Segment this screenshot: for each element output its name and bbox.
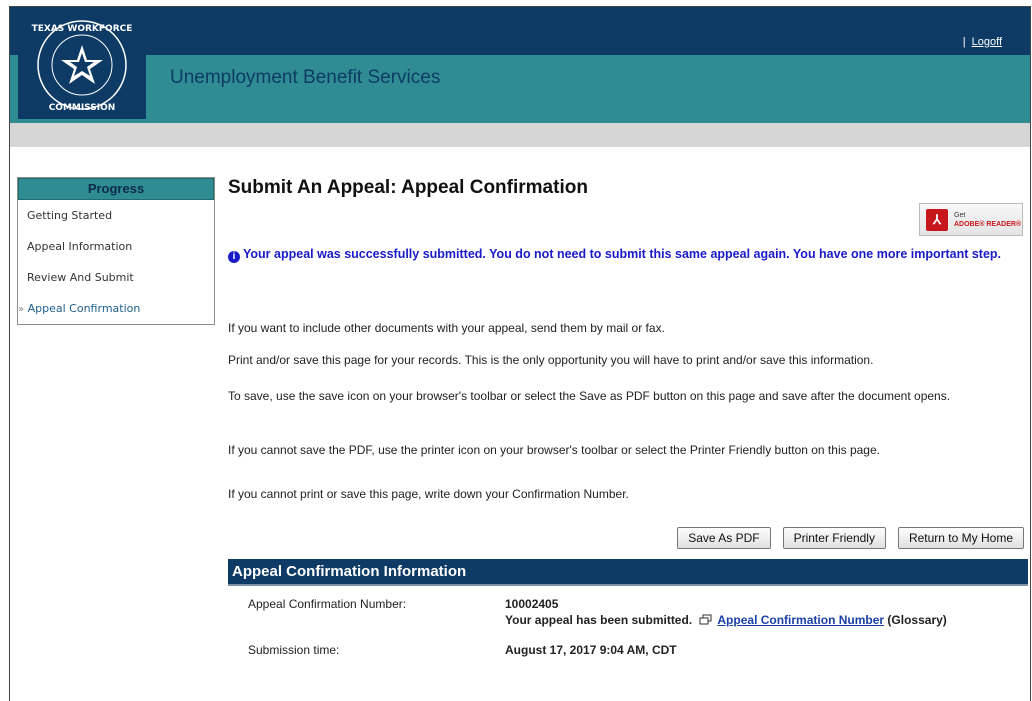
return-home-button[interactable]: Return to My Home	[897, 527, 1024, 549]
sidebar-item-label: Appeal Information	[27, 240, 133, 253]
sidebar-item-label: Appeal Confirmation	[27, 302, 141, 315]
header-banner: TEXAS WORKFORCE COMMISSION Unemployment …	[10, 7, 1030, 123]
submitted-text: Your appeal has been submitted.	[505, 613, 693, 627]
info-icon: i	[228, 251, 240, 263]
alert-text: Your appeal was successfully submitted. …	[243, 247, 1002, 261]
sidebar-item-appeal-confirmation[interactable]: » Appeal Confirmation	[18, 293, 214, 324]
nav-bar	[10, 123, 1030, 147]
submitted-note: Your appeal has been submitted. Appeal C…	[505, 613, 947, 627]
adobe-badge-text: Get ADOBE® READER®	[954, 211, 1021, 229]
sidebar-item-label: Review And Submit	[27, 271, 134, 284]
confirmation-number-value: 10002405	[505, 597, 559, 611]
app-title: Unemployment Benefit Services	[170, 67, 441, 88]
adobe-get-label: Get	[954, 211, 966, 219]
page-title: Submit An Appeal: Appeal Confirmation	[228, 177, 588, 198]
info-paragraph: If you want to include other documents w…	[228, 321, 665, 335]
section-title: Appeal Confirmation Information	[232, 563, 467, 580]
save-as-pdf-button[interactable]: Save As PDF	[677, 527, 771, 549]
get-adobe-reader-button[interactable]: ⅄ Get ADOBE® READER®	[919, 203, 1023, 236]
twc-logo: TEXAS WORKFORCE COMMISSION	[18, 11, 146, 119]
confirmation-number-label: Appeal Confirmation Number:	[248, 597, 407, 611]
texas-seal-icon: TEXAS WORKFORCE COMMISSION	[32, 20, 133, 113]
popup-window-icon	[699, 614, 711, 625]
action-buttons: Save As PDF Printer Friendly Return to M…	[677, 527, 1024, 549]
separator: |	[962, 36, 966, 48]
sidebar-item-label: Getting Started	[27, 209, 113, 222]
success-alert: i Your appeal was successfully submitted.…	[228, 245, 1018, 263]
progress-sidebar: Progress Getting Started Appeal Informat…	[17, 177, 215, 325]
svg-text:COMMISSION: COMMISSION	[49, 103, 116, 113]
progress-heading: Progress	[18, 178, 214, 200]
section-header: Appeal Confirmation Information	[228, 559, 1028, 586]
logoff-link[interactable]: Logoff	[972, 36, 1002, 48]
adobe-reader-label: ADOBE® READER®	[954, 220, 1022, 228]
info-paragraph: Print and/or save this page for your rec…	[228, 353, 874, 367]
glossary-link[interactable]: Appeal Confirmation Number	[717, 613, 884, 627]
sidebar-item-getting-started[interactable]: Getting Started	[18, 200, 214, 231]
sidebar-item-review-and-submit[interactable]: Review And Submit	[18, 262, 214, 293]
submission-time-label: Submission time:	[248, 643, 340, 657]
info-paragraph: If you cannot print or save this page, w…	[228, 487, 629, 501]
browser-frame: TEXAS WORKFORCE COMMISSION Unemployment …	[9, 6, 1031, 701]
sidebar-item-appeal-information[interactable]: Appeal Information	[18, 231, 214, 262]
chevron-right-icon: »	[18, 304, 25, 315]
submission-time-value: August 17, 2017 9:04 AM, CDT	[505, 643, 677, 657]
glossary-suffix: (Glossary)	[887, 613, 947, 627]
printer-friendly-button[interactable]: Printer Friendly	[782, 527, 886, 549]
adobe-pdf-icon: ⅄	[926, 208, 948, 231]
svg-text:TEXAS WORKFORCE: TEXAS WORKFORCE	[32, 24, 133, 34]
info-paragraph: To save, use the save icon on your brows…	[228, 389, 951, 403]
logoff-area: | Logoff	[963, 36, 1002, 48]
info-paragraph: If you cannot save the PDF, use the prin…	[228, 443, 880, 457]
